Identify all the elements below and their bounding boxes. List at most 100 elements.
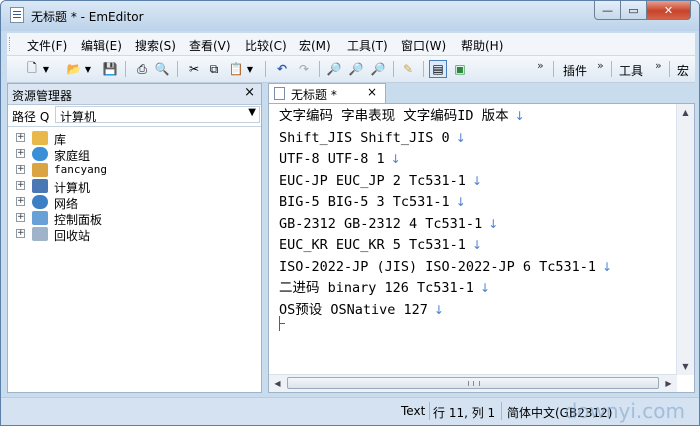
paste-dropdown-icon[interactable]: ▼ xyxy=(245,60,255,78)
scroll-down-icon[interactable]: ▼ xyxy=(677,358,694,375)
minimize-button[interactable]: — xyxy=(594,1,621,20)
menu-grip[interactable] xyxy=(9,37,13,51)
tools-toolbar-label[interactable]: 工具 xyxy=(619,62,643,79)
tools-overflow-icon[interactable]: » xyxy=(655,59,662,72)
new-file-icon[interactable]: 🗋 xyxy=(23,60,41,78)
editor-text[interactable]: 文字编码 字串表现 文字编码ID 版本 ↓ Shift_JIS Shift_JIS… xyxy=(279,106,612,321)
menu-compare[interactable]: 比较(C) xyxy=(245,37,287,54)
expand-icon[interactable]: + xyxy=(16,165,25,174)
expand-icon[interactable]: + xyxy=(16,197,25,206)
open-folder-icon[interactable]: 📂 xyxy=(65,60,83,78)
tab-untitled[interactable]: 无标题 * × xyxy=(268,83,386,103)
line-end-marker: ↓ xyxy=(455,195,466,209)
library-icon xyxy=(32,131,48,145)
line-end-marker: ↓ xyxy=(471,173,482,188)
horizontal-scroll-thumb[interactable] xyxy=(287,377,659,389)
paste-icon[interactable]: 📋 xyxy=(227,60,245,78)
tree-item-library[interactable]: + 库 xyxy=(12,130,252,147)
plugins-toolbar-label[interactable]: 插件 xyxy=(563,62,587,79)
text-line: UTF-8 UTF-8 1 ↓ xyxy=(279,151,401,167)
document-icon xyxy=(10,7,24,23)
explorer-title: 资源管理器 xyxy=(12,89,73,103)
tree-item-computer[interactable]: + 计算机 xyxy=(12,178,252,195)
text-line: EUC-JP EUC_JP 2 Tc531-1 ↓ xyxy=(279,172,482,189)
chevron-down-icon[interactable]: ▼ xyxy=(248,107,256,118)
title-bar[interactable]: 无标题 * - EmEditor — ▭ ✕ xyxy=(1,1,699,31)
explorer-toggle-icon[interactable]: ▣ xyxy=(451,60,469,78)
line-end-marker: ↓ xyxy=(488,216,499,231)
tree-item-recycle-bin[interactable]: + 回收站 xyxy=(12,226,252,243)
scroll-left-icon[interactable]: ◀ xyxy=(269,375,286,392)
undo-icon[interactable]: ↶ xyxy=(273,60,291,78)
explorer-close-icon[interactable]: × xyxy=(244,85,255,100)
cut-icon[interactable]: ✂ xyxy=(185,60,203,78)
scroll-up-icon[interactable]: ▲ xyxy=(677,104,694,121)
horizontal-scrollbar[interactable]: ◀ ▶ xyxy=(269,374,677,392)
text-caret xyxy=(279,316,285,331)
toolbar-separator xyxy=(265,61,266,77)
close-button[interactable]: ✕ xyxy=(647,1,691,20)
find-next-icon[interactable]: 🔎 xyxy=(347,60,365,78)
new-dropdown-icon[interactable]: ▼ xyxy=(41,60,51,78)
status-separator xyxy=(501,402,502,420)
expand-icon[interactable]: + xyxy=(16,213,25,222)
tab-close-icon[interactable]: × xyxy=(367,85,377,99)
menu-tools[interactable]: 工具(T) xyxy=(347,37,388,54)
tree-item-control-panel[interactable]: + 控制面板 xyxy=(12,210,252,227)
find-previous-icon[interactable]: 🔎 xyxy=(369,60,387,78)
maximize-button[interactable]: ▭ xyxy=(621,1,647,20)
expand-icon[interactable]: + xyxy=(16,133,25,142)
path-row: 路径 Q 计算机 ▼ xyxy=(8,104,261,127)
toolbar-separator xyxy=(125,61,126,77)
text-line: OS预设 OSNative 127 ↓ xyxy=(279,301,444,318)
scroll-right-icon[interactable]: ▶ xyxy=(660,375,677,392)
tree-item-homegroup[interactable]: + 家庭组 xyxy=(12,146,252,163)
print-icon[interactable]: ⎙ xyxy=(133,60,151,78)
expand-icon[interactable]: + xyxy=(16,149,25,158)
status-position[interactable]: 行 11, 列 1 xyxy=(433,404,495,421)
macro-toolbar-label[interactable]: 宏 xyxy=(677,62,689,79)
menu-file[interactable]: 文件(F) xyxy=(27,37,67,54)
recycle-bin-icon xyxy=(32,227,48,241)
expand-icon[interactable]: + xyxy=(16,181,25,190)
plugins-overflow-icon[interactable]: » xyxy=(597,59,604,72)
status-mode[interactable]: Text xyxy=(401,404,425,418)
toolbar-overflow-icon[interactable]: » xyxy=(537,59,544,72)
editor-area[interactable]: 文字编码 字串表现 文字编码ID 版本 ↓ Shift_JIS Shift_JIS… xyxy=(268,103,695,393)
open-dropdown-icon[interactable]: ▼ xyxy=(83,60,93,78)
redo-icon[interactable]: ↷ xyxy=(295,60,313,78)
line-end-marker: ↓ xyxy=(514,109,525,123)
line-end-marker: ↓ xyxy=(471,238,482,252)
explorer-header: 资源管理器 × xyxy=(8,84,261,105)
expand-icon[interactable]: + xyxy=(16,229,25,238)
homegroup-icon xyxy=(32,147,48,161)
highlight-icon[interactable]: ✎ xyxy=(399,60,417,78)
menu-bar: 文件(F) 编辑(E) 搜索(S) 查看(V) 比较(C) 宏(M) 工具(T)… xyxy=(7,33,695,56)
vertical-scrollbar[interactable]: ▲ ▼ xyxy=(676,104,694,375)
text-line: 文字编码 字串表现 文字编码ID 版本 ↓ xyxy=(279,108,525,124)
find-icon[interactable]: 🔎 xyxy=(325,60,343,78)
text-line: ISO-2022-JP (JIS) ISO-2022-JP 6 Tc531-1 ↓ xyxy=(279,258,613,275)
user-folder-icon xyxy=(32,163,48,177)
menu-macro[interactable]: 宏(M) xyxy=(299,37,331,54)
menu-help[interactable]: 帮助(H) xyxy=(461,37,503,54)
explorer-panel: 资源管理器 × 路径 Q 计算机 ▼ + 库 + 家庭组 + fancyang … xyxy=(7,83,262,393)
toolbar-separator xyxy=(319,61,320,77)
copy-icon[interactable]: ⧉ xyxy=(205,60,223,78)
print-preview-icon[interactable]: 🔍 xyxy=(153,60,171,78)
site-watermark: downyi.com xyxy=(564,399,685,423)
menu-search[interactable]: 搜索(S) xyxy=(135,37,176,54)
status-separator xyxy=(429,402,430,420)
tree-item-network[interactable]: + 网络 xyxy=(12,194,252,211)
tree-item-user[interactable]: + fancyang xyxy=(12,162,252,178)
menu-edit[interactable]: 编辑(E) xyxy=(81,37,122,54)
path-select[interactable]: 计算机 ▼ xyxy=(55,106,260,124)
menu-window[interactable]: 窗口(W) xyxy=(401,37,446,54)
toolbar-separator xyxy=(393,61,394,77)
word-wrap-icon[interactable]: ▤ xyxy=(429,60,447,78)
save-icon[interactable]: 💾 xyxy=(101,60,119,78)
menu-view[interactable]: 查看(V) xyxy=(189,37,231,54)
toolbar: 🗋 ▼ 📂 ▼ 💾 ⎙ 🔍 ✂ ⧉ 📋 ▼ ↶ ↷ 🔎 🔎 🔎 ✎ ▤ ▣ » … xyxy=(7,56,695,83)
toolbar-separator xyxy=(553,61,554,77)
line-end-marker: ↓ xyxy=(479,281,490,295)
